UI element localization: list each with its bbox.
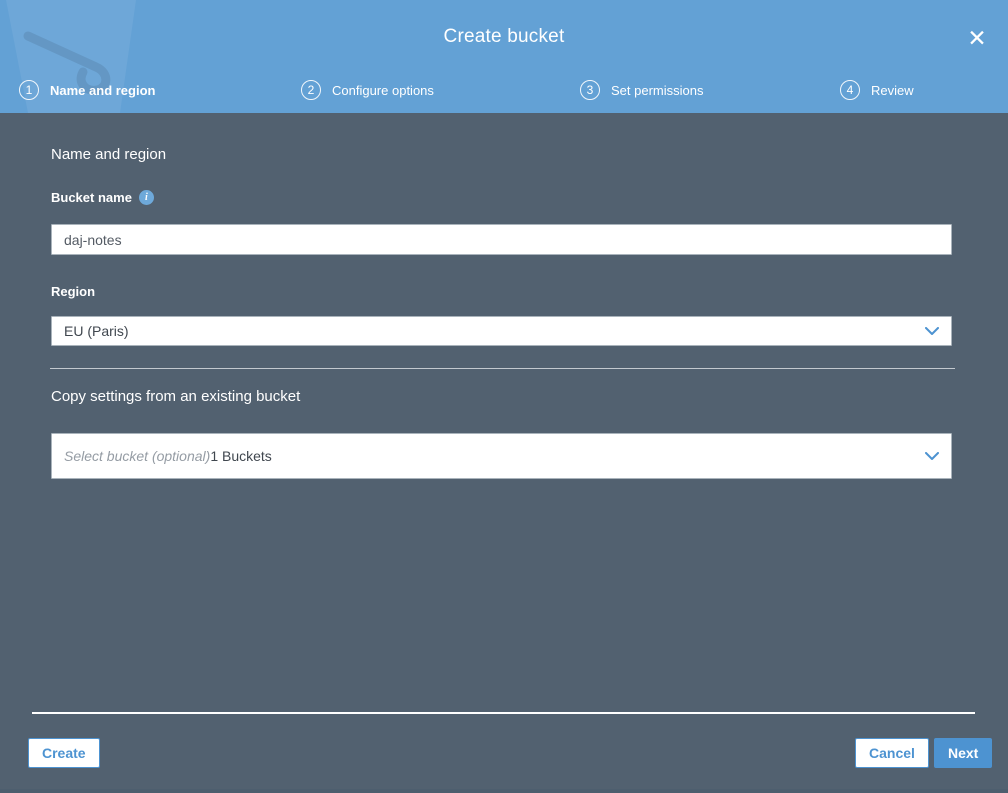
section-divider [50,368,955,369]
step-label: Name and region [50,82,156,98]
footer-divider [32,712,975,714]
chevron-down-icon [925,451,939,461]
region-select[interactable]: EU (Paris) [51,316,952,346]
step-name-and-region[interactable]: 1 Name and region [19,78,155,102]
step-set-permissions[interactable]: 3 Set permissions [580,78,703,102]
step-label: Set permissions [611,82,704,98]
copy-bucket-select[interactable]: Select bucket (optional) 1 Buckets [51,433,952,479]
region-label-text: Region [51,284,96,299]
section-heading: Name and region [51,146,167,163]
modal-header: Create bucket ✕ 1 Name and region 2 Conf… [0,0,1008,113]
bucket-name-input[interactable] [51,224,952,255]
step-review[interactable]: 4 Review [840,78,914,102]
step-label: Review [871,82,914,98]
next-button[interactable]: Next [934,738,993,768]
copy-bucket-placeholder: Select bucket (optional) [64,448,211,464]
modal-title: Create bucket [443,26,565,47]
step-number: 3 [580,80,600,100]
region-selected-value: EU (Paris) [64,323,129,339]
step-configure-options[interactable]: 2 Configure options [301,78,434,102]
step-number: 1 [19,80,39,100]
bucket-name-label: Bucket name i [51,190,154,205]
step-number: 2 [301,80,321,100]
cancel-button[interactable]: Cancel [855,738,929,768]
close-icon[interactable]: ✕ [963,24,991,52]
create-bucket-modal: Create bucket ✕ 1 Name and region 2 Conf… [0,0,1008,793]
step-number: 4 [840,80,860,100]
copy-settings-heading: Copy settings from an existing bucket [51,388,301,405]
bottom-edge-strip [0,789,1008,793]
bucket-name-label-text: Bucket name [51,190,132,205]
info-icon[interactable]: i [138,190,154,205]
step-label: Configure options [332,82,434,98]
chevron-down-icon [925,326,939,336]
bucket-count: 1 Buckets [210,448,272,464]
create-button[interactable]: Create [28,738,100,768]
region-label: Region [51,284,95,299]
